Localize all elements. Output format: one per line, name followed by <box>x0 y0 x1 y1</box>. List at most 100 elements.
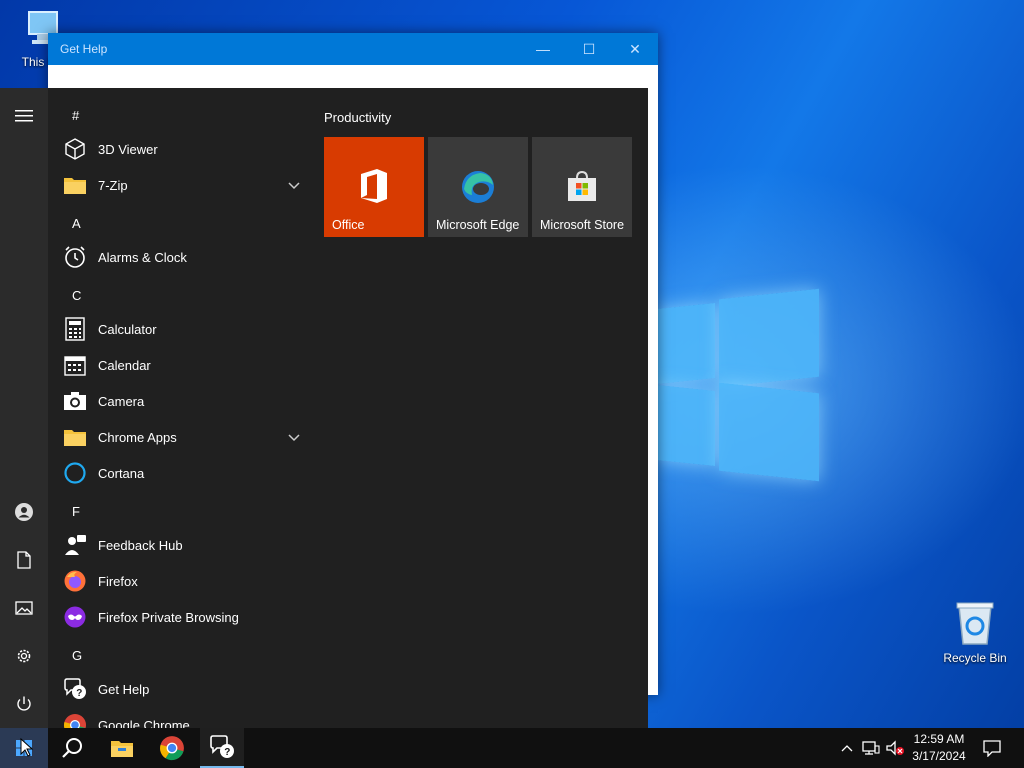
get-help-icon: ? <box>210 735 234 758</box>
tile-label: Microsoft Store <box>540 218 625 232</box>
section-header-a[interactable]: A <box>72 216 81 231</box>
app-list: # 3D Viewer 7-Zip A Alarms & Clock C Cal… <box>48 88 310 728</box>
tile-label: Microsoft Edge <box>436 218 520 232</box>
account-button[interactable] <box>0 492 48 532</box>
get-help-icon: ? <box>62 676 88 702</box>
app-label: Google Chrome <box>98 717 190 729</box>
clock-time: 12:59 AM <box>913 732 965 746</box>
app-label: Calculator <box>98 321 157 337</box>
minimize-button[interactable]: — <box>520 33 566 65</box>
file-explorer-icon <box>111 741 133 757</box>
app-get-help[interactable]: ? Get Help <box>60 671 312 707</box>
network-icon <box>862 741 880 755</box>
network-tray-icon[interactable] <box>860 728 882 768</box>
maximize-button[interactable]: ☐ <box>566 33 612 65</box>
app-label: Firefox <box>98 573 138 589</box>
store-icon <box>568 170 596 201</box>
search-button[interactable] <box>50 728 94 768</box>
chrome-icon <box>160 736 184 761</box>
taskbar-file-explorer[interactable] <box>100 728 144 768</box>
cortana-icon <box>62 460 88 486</box>
action-center-button[interactable] <box>978 728 1006 768</box>
app-label: 3D Viewer <box>98 141 158 157</box>
section-header-c[interactable]: C <box>72 288 81 303</box>
windows-wallpaper-logo <box>655 288 825 483</box>
office-icon <box>361 169 387 203</box>
gear-icon <box>17 649 31 663</box>
app-cortana[interactable]: Cortana <box>60 455 312 491</box>
taskbar-clock[interactable]: 12:59 AM 3/17/2024 <box>905 731 973 765</box>
app-google-chrome[interactable]: Google Chrome <box>60 707 312 728</box>
tile-microsoft-edge[interactable]: Microsoft Edge <box>428 137 528 237</box>
chevron-down-icon[interactable] <box>286 429 302 445</box>
app-label: Chrome Apps <box>98 429 177 445</box>
close-button[interactable]: ✕ <box>612 33 658 65</box>
firefox-private-icon <box>62 604 88 630</box>
app-7-zip[interactable]: 7-Zip <box>60 167 312 203</box>
window-title: Get Help <box>60 42 108 56</box>
app-label: Get Help <box>98 681 150 697</box>
expand-menu-button[interactable] <box>0 96 48 136</box>
calculator-icon <box>62 316 88 342</box>
power-button[interactable] <box>0 684 48 724</box>
app-feedback-hub[interactable]: Feedback Hub <box>60 527 312 563</box>
desktop-icon-recycle-bin[interactable]: Recycle Bin <box>940 600 1010 665</box>
pictures-icon <box>15 601 33 615</box>
start-button[interactable] <box>0 728 48 768</box>
app-label: Alarms & Clock <box>98 249 187 265</box>
app-chrome-apps[interactable]: Chrome Apps <box>60 419 312 455</box>
documents-button[interactable] <box>0 540 48 580</box>
taskbar-get-help[interactable]: ? <box>200 728 244 768</box>
app-3d-viewer[interactable]: 3D Viewer <box>60 131 312 167</box>
chrome-icon <box>62 712 88 728</box>
tile-office[interactable]: Office <box>324 137 424 237</box>
app-camera[interactable]: Camera <box>60 383 312 419</box>
feedback-hub-icon <box>62 532 88 558</box>
app-firefox[interactable]: Firefox <box>60 563 312 599</box>
app-firefox-private[interactable]: Firefox Private Browsing <box>60 599 312 635</box>
window-titlebar[interactable]: Get Help — ☐ ✕ <box>48 33 658 65</box>
cube-icon <box>62 136 88 162</box>
taskbar-chrome[interactable] <box>150 728 194 768</box>
chevron-up-icon <box>841 745 853 752</box>
search-icon <box>62 738 82 758</box>
settings-button[interactable] <box>0 636 48 676</box>
tile-microsoft-store[interactable]: Microsoft Store <box>532 137 632 237</box>
app-label: Firefox Private Browsing <box>98 609 239 625</box>
document-icon <box>17 551 31 569</box>
section-header-f[interactable]: F <box>72 504 80 519</box>
mouse-pointer-icon <box>20 738 34 757</box>
recycle-bin-icon <box>956 602 994 645</box>
edge-icon <box>462 171 494 203</box>
clock-date: 3/17/2024 <box>912 749 966 763</box>
start-rail <box>0 88 48 728</box>
hamburger-icon <box>15 110 33 122</box>
show-hidden-icons-button[interactable] <box>838 728 856 768</box>
folder-icon <box>62 424 88 450</box>
app-label: Camera <box>98 393 145 409</box>
taskbar: ? 12:59 AM 3/17/2024 <box>0 728 1024 768</box>
user-icon <box>15 503 33 521</box>
svg-text:?: ? <box>76 688 82 699</box>
power-icon <box>17 696 31 711</box>
camera-icon <box>62 388 88 414</box>
chevron-down-icon[interactable] <box>286 177 302 193</box>
firefox-icon <box>62 568 88 594</box>
start-menu: # 3D Viewer 7-Zip A Alarms & Clock C Cal… <box>0 88 648 728</box>
pictures-button[interactable] <box>0 588 48 628</box>
app-label: Calendar <box>98 357 151 373</box>
app-label: Cortana <box>98 465 145 481</box>
section-header-hash[interactable]: # <box>72 108 79 123</box>
app-calendar[interactable]: Calendar <box>60 347 312 383</box>
volume-tray-icon[interactable] <box>884 728 906 768</box>
desktop-icon-label: Recycle Bin <box>943 651 1007 665</box>
alarm-clock-icon <box>62 244 88 270</box>
svg-text:?: ? <box>224 747 230 758</box>
section-header-g[interactable]: G <box>72 648 82 663</box>
tile-group-title[interactable]: Productivity <box>324 110 391 125</box>
app-alarms-clock[interactable]: Alarms & Clock <box>60 239 312 275</box>
volume-muted-icon <box>886 740 904 756</box>
app-calculator[interactable]: Calculator <box>60 311 312 347</box>
calendar-icon <box>62 352 88 378</box>
tile-label: Office <box>332 218 365 232</box>
